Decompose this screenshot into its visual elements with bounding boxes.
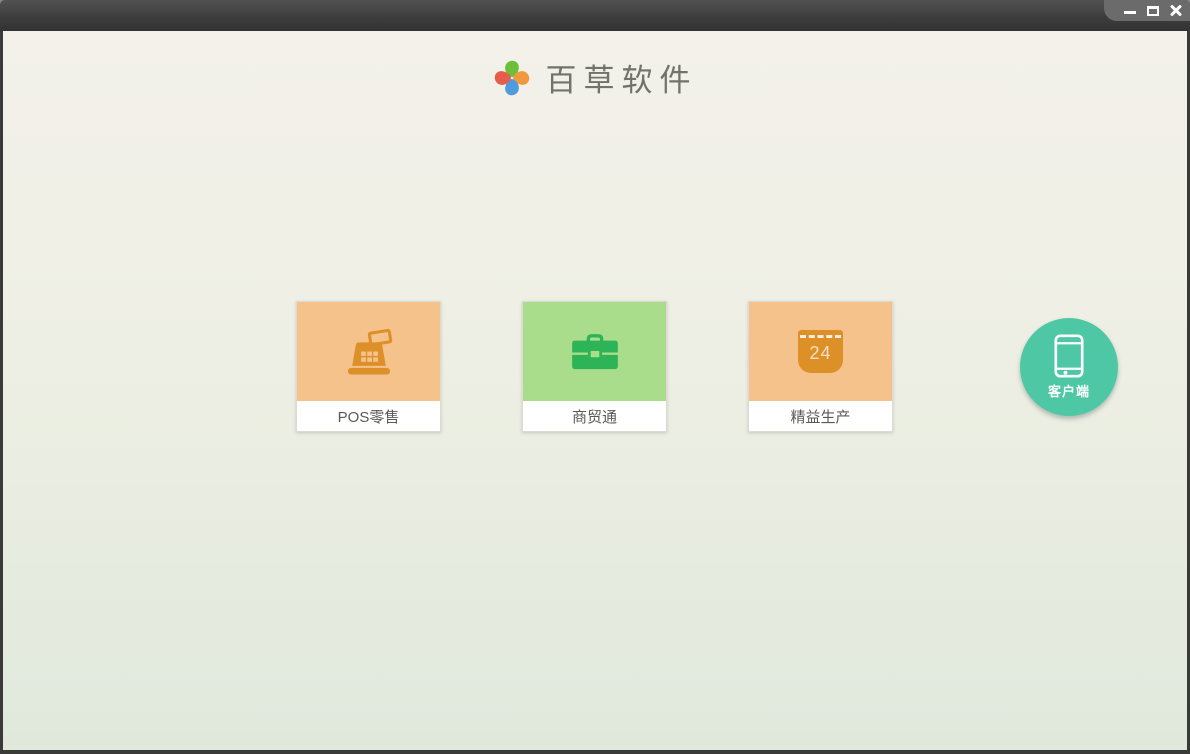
card-icon-area: 24	[749, 302, 892, 401]
minimize-icon	[1124, 11, 1136, 14]
maximize-icon	[1147, 5, 1159, 16]
card-label: 精益生产	[749, 401, 892, 431]
client-button[interactable]: 客户端	[1020, 318, 1118, 416]
card-label: 商贸通	[523, 401, 666, 431]
window-controls	[1104, 0, 1190, 21]
product-card-pos[interactable]: POS零售	[296, 301, 441, 432]
close-button[interactable]	[1169, 4, 1183, 18]
card-icon-area	[523, 302, 666, 401]
app-window: 百草软件 POS零售 商贸通 24 精益生产 客户端	[0, 0, 1190, 754]
maximize-button[interactable]	[1146, 4, 1160, 18]
briefcase-icon	[571, 333, 618, 369]
pinwheel-logo-icon	[494, 60, 529, 95]
client-button-label: 客户端	[1047, 384, 1090, 399]
card-icon-area	[297, 302, 440, 401]
cash-register-icon	[347, 328, 392, 375]
calendar-day: 24	[809, 343, 832, 363]
card-label: POS零售	[297, 401, 440, 431]
app-header: 百草软件	[3, 55, 1187, 100]
calendar-icon: 24	[798, 330, 843, 373]
app-title: 百草软件	[545, 63, 698, 99]
smartphone-icon	[1054, 334, 1084, 378]
close-icon	[1169, 4, 1183, 18]
product-card-trade[interactable]: 商贸通	[522, 301, 667, 432]
product-card-lean[interactable]: 24 精益生产	[748, 301, 893, 432]
minimize-button[interactable]	[1123, 4, 1137, 18]
calendar-dashes	[800, 335, 841, 338]
main-content: 百草软件 POS零售 商贸通 24 精益生产 客户端	[3, 31, 1187, 750]
title-bar[interactable]	[0, 0, 1190, 31]
